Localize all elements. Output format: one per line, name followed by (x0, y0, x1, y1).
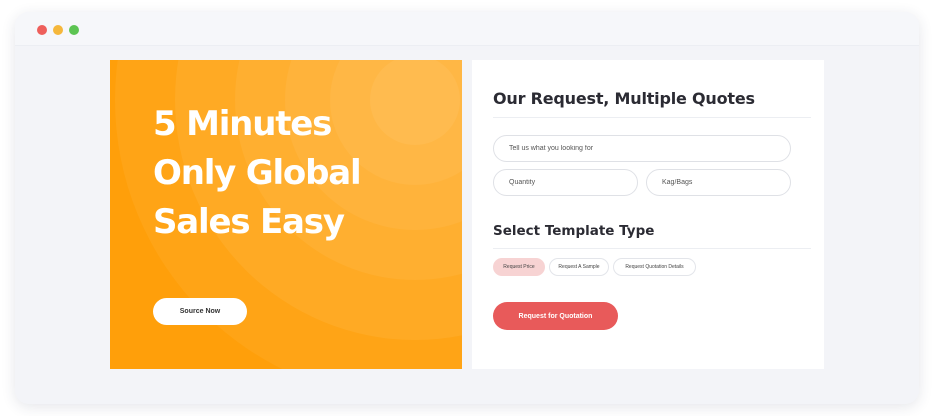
maximize-window-button[interactable] (69, 25, 79, 35)
template-option-request-quotation-details[interactable]: Request Quotation Details (613, 258, 696, 276)
request-quotation-button[interactable]: Request for Quotation (493, 302, 618, 330)
template-section-title: Select Template Type (493, 223, 655, 239)
hero-headline-line: Only Global (153, 153, 362, 193)
template-option-request-price[interactable]: Request Price (493, 258, 545, 276)
hero-headline: 5 Minutes Only Global Sales Easy (153, 100, 453, 247)
hero-headline-line: Sales Easy (153, 202, 345, 242)
source-now-button[interactable]: Source Now (153, 298, 247, 325)
quote-request-panel: Our Request, Multiple Quotes Select Temp… (472, 60, 824, 369)
page-content: 5 Minutes Only Global Sales Easy Source … (15, 46, 919, 404)
hero-headline-line: 5 Minutes (153, 104, 332, 144)
product-search-input[interactable] (493, 135, 791, 162)
panel-title: Our Request, Multiple Quotes (493, 89, 755, 108)
hero-banner: 5 Minutes Only Global Sales Easy Source … (110, 60, 462, 369)
divider (493, 248, 811, 249)
minimize-window-button[interactable] (53, 25, 63, 35)
unit-input[interactable] (646, 169, 791, 196)
window-titlebar (15, 12, 919, 46)
browser-window: 5 Minutes Only Global Sales Easy Source … (15, 12, 919, 404)
template-option-request-sample[interactable]: Request A Sample (549, 258, 609, 276)
divider (493, 117, 811, 118)
close-window-button[interactable] (37, 25, 47, 35)
quantity-input[interactable] (493, 169, 638, 196)
